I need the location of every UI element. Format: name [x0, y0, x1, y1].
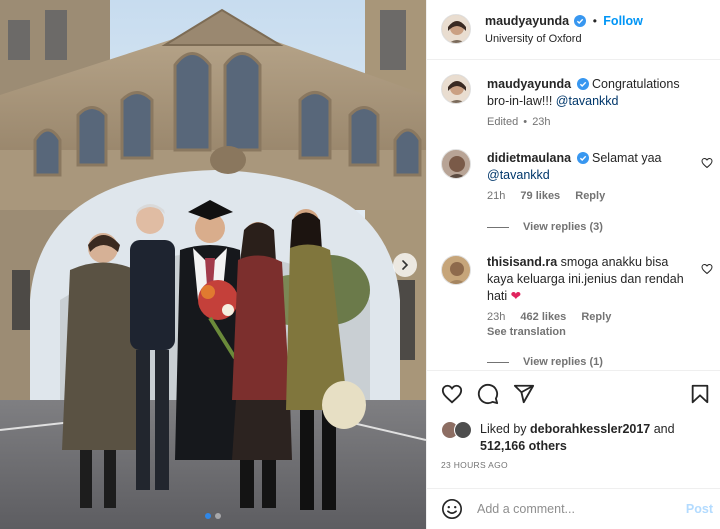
liked-by-prefix: Liked by	[480, 422, 531, 436]
like-comment-heart-icon[interactable]	[701, 157, 713, 169]
see-translation-link[interactable]: See translation	[487, 326, 566, 338]
caption-text: maudyayunda Congratulations bro-in-law!!…	[487, 76, 697, 110]
caption-mention[interactable]: @tavankkd	[556, 94, 619, 108]
avatar[interactable]	[441, 255, 471, 285]
photo-illustration	[0, 0, 426, 529]
comment-body: Selamat yaa	[592, 151, 662, 165]
view-replies-button[interactable]: View replies (3)	[487, 221, 603, 233]
heart-icon[interactable]	[441, 383, 463, 405]
author-username[interactable]: maudyayunda	[485, 14, 569, 28]
reply-button[interactable]: Reply	[581, 311, 611, 323]
avatar[interactable]	[441, 14, 471, 44]
meta-separator: •	[523, 116, 528, 128]
post-header: maudyayunda • Follow University of Oxfor…	[427, 0, 720, 60]
share-icon[interactable]	[513, 383, 535, 405]
add-comment-bar: Post	[427, 488, 720, 529]
edited-label: Edited	[487, 116, 519, 128]
comment-input[interactable]	[477, 499, 667, 519]
post-photo[interactable]	[0, 0, 426, 529]
reply-button[interactable]: Reply	[575, 190, 605, 202]
comment-meta: 23h 462 likes Reply	[487, 311, 623, 323]
post-actions: Liked by deborahkessler2017 and 512,166 …	[427, 370, 720, 482]
comment-icon[interactable]	[477, 383, 499, 405]
post-comment-button[interactable]: Post	[686, 502, 713, 516]
carousel-dots	[0, 513, 426, 519]
verified-badge-icon	[576, 78, 589, 90]
comment-time[interactable]: 23h	[487, 311, 505, 323]
avatar[interactable]	[441, 149, 471, 179]
liked-by-text: Liked by deborahkessler2017 and 512,166 …	[480, 421, 710, 455]
liked-by-avatars[interactable]	[441, 421, 475, 441]
replies-line	[487, 361, 509, 363]
liker-avatar	[454, 421, 472, 439]
avatar-image	[442, 75, 470, 103]
caption-meta: Edited • 23h	[487, 116, 563, 128]
caption-time[interactable]: 23h	[532, 116, 550, 128]
liked-by-count[interactable]: 512,166 others	[480, 439, 567, 453]
separator-dot: •	[592, 14, 597, 28]
view-replies-button[interactable]: View replies (1)	[487, 356, 603, 368]
comment-username[interactable]: didietmaulana	[487, 151, 571, 165]
header-title-row: maudyayunda • Follow	[485, 14, 643, 28]
carousel-dot	[205, 513, 211, 519]
bookmark-icon[interactable]	[689, 383, 711, 405]
avatar-image	[442, 150, 470, 178]
caption-username[interactable]: maudyayunda	[487, 77, 571, 91]
emoji-icon[interactable]	[441, 498, 463, 520]
liked-by-and: and	[650, 422, 675, 436]
next-photo-button[interactable]	[393, 253, 417, 277]
comment-text: thisisand.ra smoga anakku bisa kaya kelu…	[487, 254, 697, 305]
location-link[interactable]: University of Oxford	[485, 33, 582, 45]
carousel-dot	[215, 513, 221, 519]
comment-likes[interactable]: 462 likes	[520, 311, 566, 323]
follow-button[interactable]: Follow	[603, 14, 643, 28]
avatar[interactable]	[441, 74, 471, 104]
comment-meta: 21h 79 likes Reply	[487, 190, 617, 202]
comment-time[interactable]: 21h	[487, 190, 505, 202]
comment-username[interactable]: thisisand.ra	[487, 255, 557, 269]
verified-badge-icon	[574, 15, 587, 27]
red-heart-emoji: ❤	[510, 289, 522, 303]
post-timestamp[interactable]: 23 HOURS AGO	[441, 460, 508, 470]
comment-likes[interactable]: 79 likes	[520, 190, 560, 202]
replies-line	[487, 226, 509, 228]
avatar-image	[442, 15, 470, 43]
comment-mention[interactable]: @tavankkd	[487, 168, 550, 182]
liked-by-user[interactable]: deborahkessler2017	[530, 422, 650, 436]
verified-badge-icon	[576, 152, 589, 164]
view-replies-label: View replies (1)	[523, 356, 603, 368]
like-comment-heart-icon[interactable]	[701, 263, 713, 275]
view-replies-label: View replies (3)	[523, 221, 603, 233]
chevron-right-icon	[402, 260, 409, 270]
avatar-image	[442, 256, 470, 284]
post-side-panel: maudyayunda • Follow University of Oxfor…	[426, 0, 720, 529]
comment-text: didietmaulana Selamat yaa @tavankkd	[487, 150, 697, 184]
